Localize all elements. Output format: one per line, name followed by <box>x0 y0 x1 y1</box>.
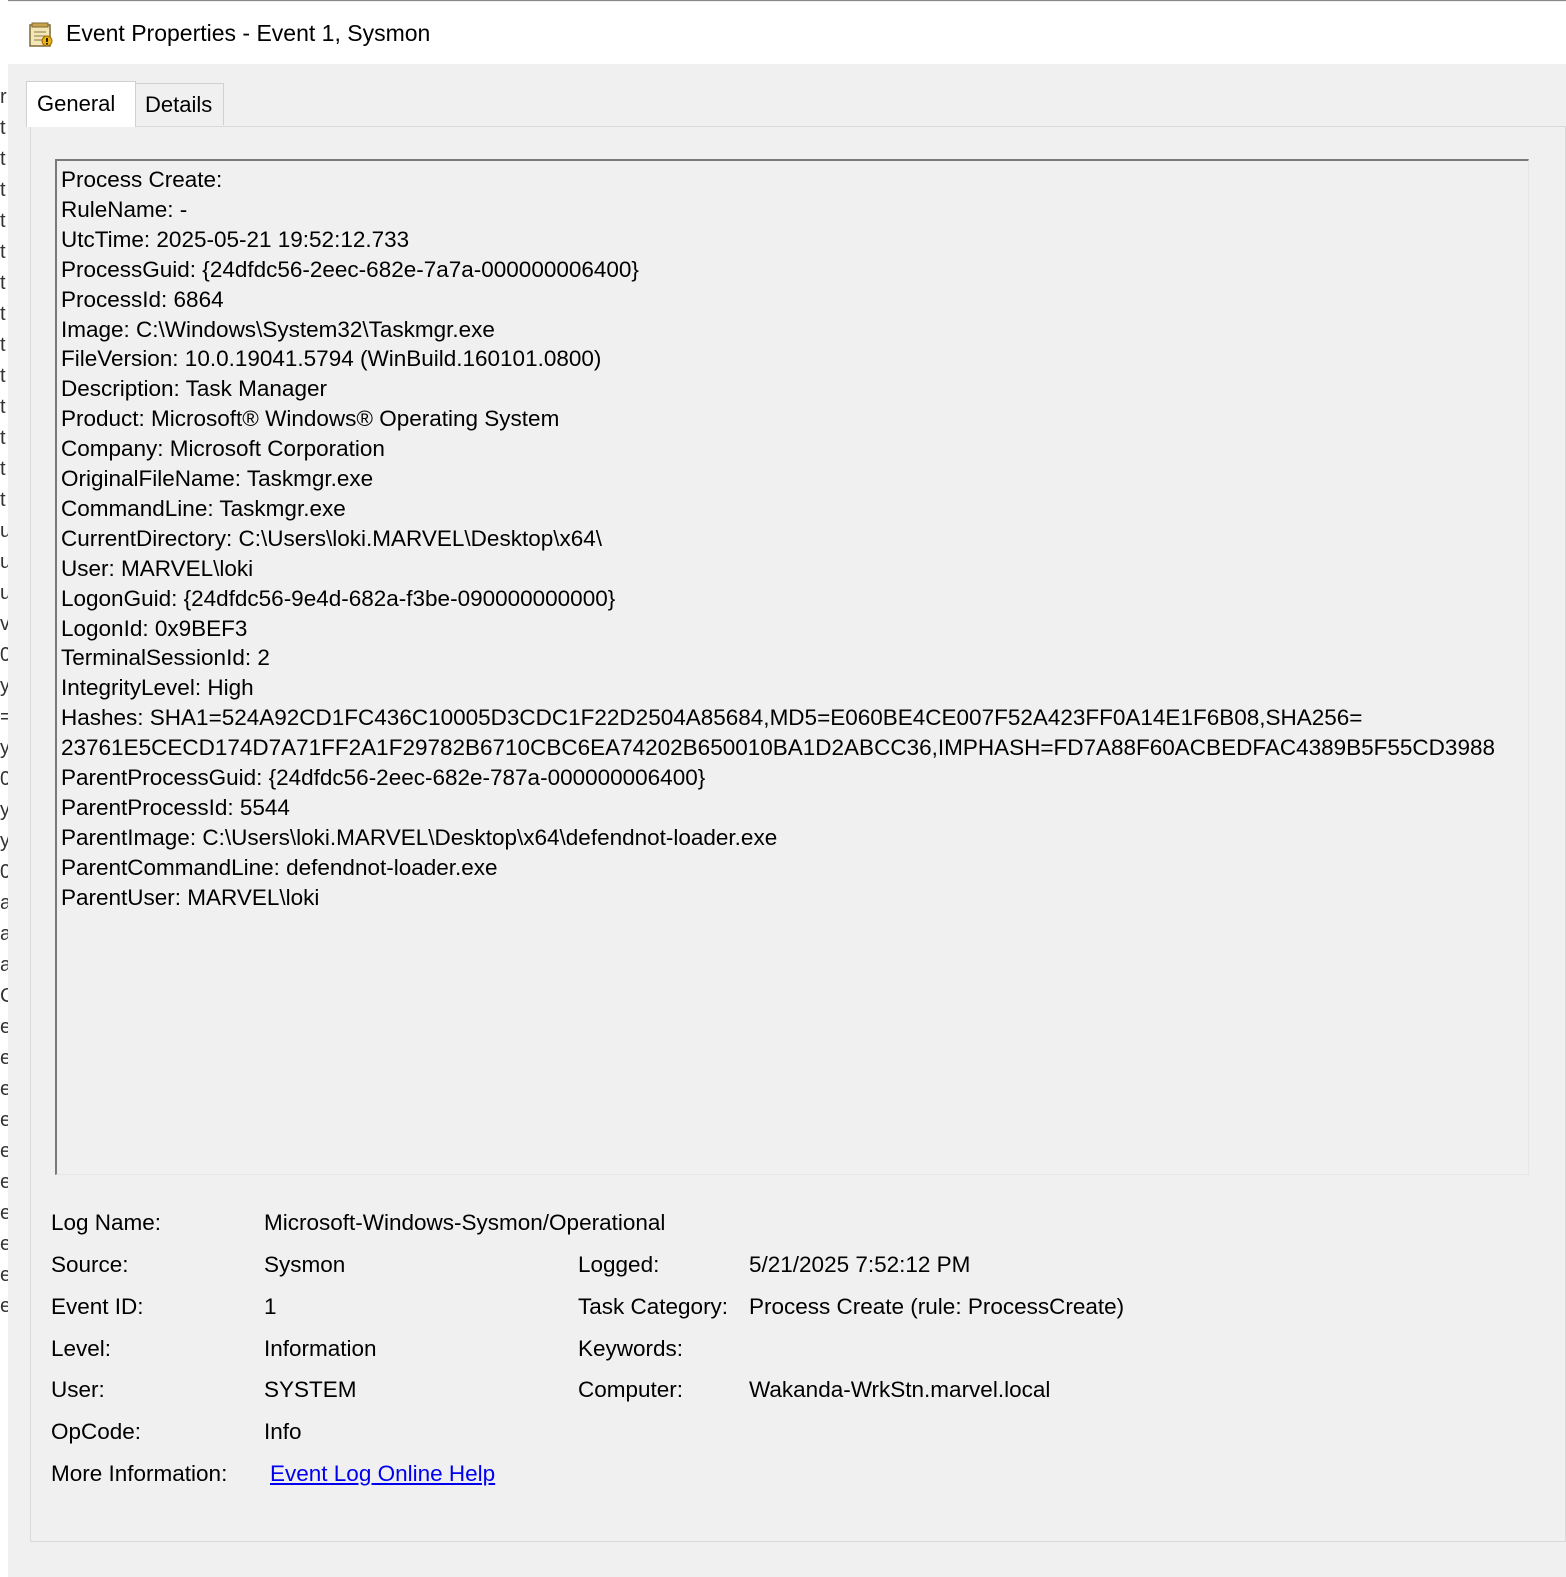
background-window-char: C <box>0 981 8 1012</box>
task-category-value: Process Create (rule: ProcessCreate) <box>749 1294 1125 1319</box>
event-viewer-icon <box>29 22 53 47</box>
description-line: Description: Task Manager <box>61 376 327 402</box>
background-window-char: e <box>0 1074 8 1105</box>
description-line: ParentUser: MARVEL\loki <box>61 884 320 910</box>
background-window-char: e <box>0 1198 8 1229</box>
event-id-label: Event ID: <box>51 1294 144 1319</box>
opcode-value: Info <box>264 1419 302 1444</box>
description-line: IntegrityLevel: High <box>61 675 254 701</box>
background-window-char: t <box>0 272 6 294</box>
description-line: TerminalSessionId: 2 <box>61 645 270 671</box>
description-line: ParentCommandLine: defendnot-loader.exe <box>61 854 498 880</box>
event-log-online-help-link[interactable]: Event Log Online Help <box>270 1461 495 1487</box>
background-window-char: t <box>0 117 6 139</box>
event-id-value: 1 <box>264 1294 277 1319</box>
description-line: Product: Microsoft® Windows® Operating S… <box>61 406 560 432</box>
background-window-char: e <box>0 1260 8 1291</box>
background-window-char: e <box>0 1291 8 1322</box>
background-window-char: = <box>0 702 8 733</box>
description-line: ParentImage: C:\Users\loki.MARVEL\Deskto… <box>61 824 778 850</box>
source-value: Sysmon <box>264 1252 346 1277</box>
background-window-char: e <box>0 1136 8 1167</box>
title-bar[interactable]: Event Properties - Event 1, Sysmon <box>8 2 1566 64</box>
background-window-char: e <box>0 1043 8 1074</box>
background-window-char: t <box>0 489 6 511</box>
background-window-char: e <box>0 1229 8 1260</box>
background-window-char: t <box>0 396 6 418</box>
event-properties-window: Event Properties - Event 1, Sysmon Gener… <box>8 0 1566 1577</box>
description-line: ParentProcessId: 5544 <box>61 794 290 820</box>
background-window-char: t <box>0 303 6 325</box>
background-window-char: a <box>0 888 8 919</box>
background-window-char: a <box>0 950 8 981</box>
task-category-label: Task Category: <box>578 1294 729 1319</box>
description-line: OriginalFileName: Taskmgr.exe <box>61 466 374 491</box>
description-line: RuleName: - <box>61 196 188 222</box>
description-line: Hashes: SHA1=524A92CD1FC436C10005D3CDC1F… <box>61 705 1363 731</box>
description-line: User: MARVEL\loki <box>61 555 254 581</box>
background-window-char: y <box>0 826 8 857</box>
dialog-bottom-area <box>8 1542 1566 1577</box>
log-name-value: Microsoft-Windows-Sysmon/Operational <box>264 1210 666 1235</box>
description-line: Process Create: <box>61 167 223 192</box>
source-label: Source: <box>51 1252 129 1277</box>
background-window-char: t <box>0 148 6 170</box>
background-window-char: t <box>0 241 6 263</box>
description-line: ProcessGuid: {24dfdc56-2eec-682e-7a7a-00… <box>61 256 639 282</box>
window-title: Event Properties - Event 1, Sysmon <box>66 20 431 46</box>
background-window-char: u <box>0 578 8 609</box>
tab-details[interactable]: Details <box>134 83 224 125</box>
background-window-char: t <box>0 179 6 201</box>
computer-label: Computer: <box>578 1377 684 1402</box>
computer-value: Wakanda-WrkStn.marvel.local <box>749 1377 1051 1402</box>
background-window-char: e <box>0 1012 8 1043</box>
description-line: 23761E5CECD174D7A71FF2A1F29782B6710CBC6E… <box>61 735 1495 761</box>
keywords-label: Keywords: <box>578 1336 684 1361</box>
level-label: Level: <box>51 1336 112 1361</box>
background-window-char: 0 <box>0 640 8 671</box>
level-value: Information <box>264 1336 377 1361</box>
description-line: CurrentDirectory: C:\Users\loki.MARVEL\D… <box>61 525 602 551</box>
background-window-char: r <box>0 86 7 108</box>
background-window-char: v <box>0 609 8 640</box>
background-window-char: e <box>0 1167 8 1198</box>
background-window-char: t <box>0 458 6 480</box>
background-window-char: t <box>0 365 6 387</box>
background-window-char: a <box>0 919 8 950</box>
background-window-char: t <box>0 427 6 449</box>
event-description-box[interactable]: Process Create: RuleName: - UtcTime: 2025-… <box>55 159 1529 1175</box>
description-line: FileVersion: 10.0.19041.5794 (WinBuild.1… <box>61 346 602 372</box>
background-window-char: 0 <box>0 764 8 795</box>
more-information-label: More Information: <box>51 1461 228 1486</box>
description-line: UtcTime: 2025-05-21 19:52:12.733 <box>61 226 410 252</box>
general-tab-panel: Process Create: RuleName: - UtcTime: 2025-… <box>30 126 1566 1542</box>
description-line: Company: Microsoft Corporation <box>61 436 385 462</box>
logged-value: 5/21/2025 7:52:12 PM <box>749 1252 971 1277</box>
background-window-char: y <box>0 795 8 826</box>
user-value: SYSTEM <box>264 1377 357 1402</box>
background-window-char: t <box>0 334 6 356</box>
background-window-char: t <box>0 210 6 232</box>
description-line: Image: C:\Windows\System32\Taskmgr.exe <box>61 316 495 342</box>
user-label: User: <box>51 1377 105 1402</box>
background-window-char: y <box>0 671 8 702</box>
background-window-char: u <box>0 516 8 547</box>
tab-general[interactable]: General <box>26 81 136 127</box>
description-line: LogonGuid: {24dfdc56-9e4d-682a-f3be-0900… <box>61 585 616 611</box>
background-window-char: y <box>0 733 8 764</box>
description-line: CommandLine: Taskmgr.exe <box>61 495 346 521</box>
description-line: ParentProcessGuid: {24dfdc56-2eec-682e-7… <box>61 765 706 790</box>
description-line: ProcessId: 6864 <box>61 286 224 312</box>
log-name-label: Log Name: <box>51 1210 162 1235</box>
background-window-char: u <box>0 547 8 578</box>
description-line: LogonId: 0x9BEF3 <box>61 615 248 641</box>
logged-label: Logged: <box>578 1252 660 1277</box>
opcode-label: OpCode: <box>51 1419 142 1444</box>
background-window-char: e <box>0 1105 8 1136</box>
background-window-char: 0 <box>0 857 8 888</box>
